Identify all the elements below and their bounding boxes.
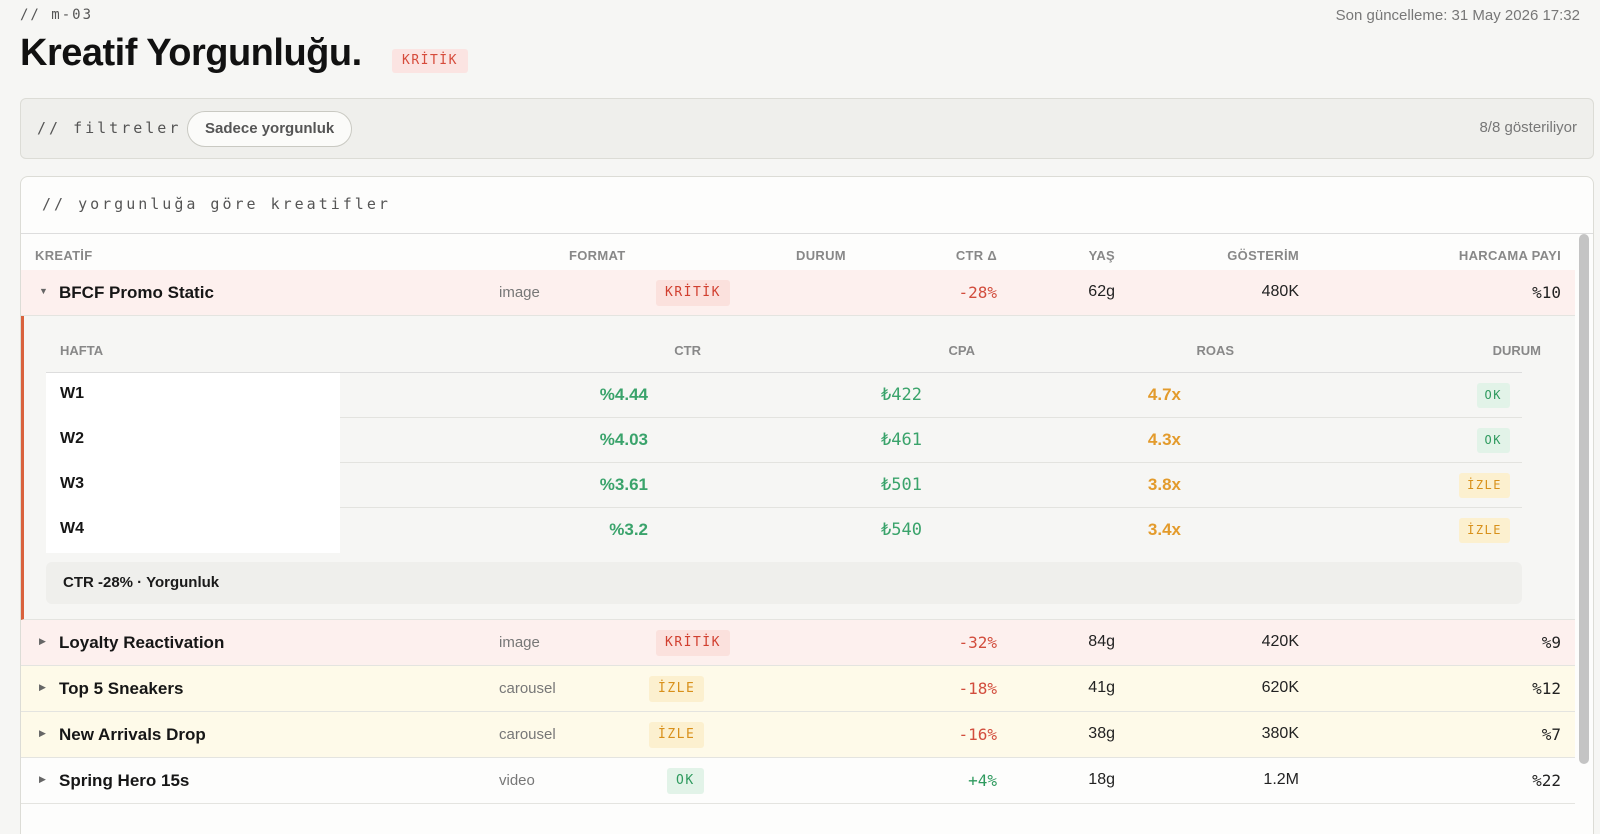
week-label: W3 [60,475,84,492]
impressions: 1.2M [1263,771,1299,788]
detail-header-week: HAFTA [60,343,104,358]
week-row: W4 %3.2 ₺540 3.4x İZLE [46,508,1522,553]
column-header-age[interactable]: YAŞ [1089,248,1115,263]
status-badge: İZLE [649,722,705,748]
table-row[interactable]: ▶ New Arrivals Drop carousel İZLE -16% 3… [21,712,1575,758]
collapse-caret-icon[interactable]: ▼ [39,286,48,296]
creative-format: carousel [499,680,556,697]
ctr-delta: -16% [958,725,997,744]
creative-name: New Arrivals Drop [59,725,206,744]
week-cpa: ₺540 [881,520,922,540]
week-roas: 4.3x [1147,430,1181,449]
filter-label: // filtreler [37,119,182,137]
expand-caret-icon[interactable]: ▶ [39,682,46,693]
column-header-ctr-delta[interactable]: CTR Δ [956,248,997,263]
spend-share: %22 [1532,771,1561,790]
creative-format: carousel [499,726,556,743]
week-label: W1 [60,385,84,402]
result-count: 8/8 gösteriliyor [1479,119,1577,136]
card-title: // yorgunluğa göre kreatifler [42,195,391,213]
week-ctr: %3.61 [599,475,648,494]
creative-name: BFCF Promo Static [59,283,214,302]
creative-name: Spring Hero 15s [59,771,190,790]
weekly-detail-panel: HAFTA CTR CPA ROAS DURUM W1 %4.44 ₺422 4… [21,316,1575,620]
table-row[interactable]: ▶ Spring Hero 15s video OK +4% 18g 1.2M … [21,758,1575,804]
expand-caret-icon[interactable]: ▶ [39,774,46,785]
column-header-creative[interactable]: KREATİF [35,248,92,263]
impressions: 620K [1261,679,1299,696]
spend-share: %10 [1532,283,1561,302]
week-roas: 3.8x [1147,475,1181,494]
week-ctr: %4.03 [599,430,648,449]
scrollbar-thumb[interactable] [1579,234,1589,764]
week-label: W4 [60,520,84,537]
expand-caret-icon[interactable]: ▶ [39,728,46,739]
expand-caret-icon[interactable]: ▶ [39,636,46,647]
week-cpa: ₺422 [881,385,922,405]
week-ctr: %3.2 [609,520,648,539]
fatigue-note: CTR -28% · Yorgunluk [46,562,1522,604]
detail-header-roas: ROAS [1196,343,1234,358]
creative-age: 62g [1088,283,1115,300]
status-badge: KRİTİK [656,280,730,306]
spend-share: %9 [1541,633,1561,652]
week-status-badge: İZLE [1459,473,1510,498]
impressions: 380K [1261,725,1299,742]
creative-age: 38g [1088,725,1115,742]
table-row[interactable]: ▼ BFCF Promo Static image KRİTİK -28% 62… [21,270,1575,316]
column-header-impressions[interactable]: GÖSTERİM [1227,248,1299,263]
creative-format: image [499,284,540,301]
detail-header-ctr: CTR [674,343,701,358]
week-cpa: ₺461 [881,430,922,450]
table-row[interactable]: ▶ Loyalty Reactivation image KRİTİK -32%… [21,620,1575,666]
ctr-delta: -18% [958,679,997,698]
creative-format: video [499,772,535,789]
impressions: 480K [1261,283,1299,300]
week-cpa: ₺501 [881,475,922,495]
filter-bar: // filtreler Sadece yorgunluk 8/8 göster… [20,98,1594,159]
creative-age: 41g [1088,679,1115,696]
fatigue-only-filter-chip[interactable]: Sadece yorgunluk [187,111,353,147]
week-ctr: %4.44 [599,385,648,404]
creative-name: Loyalty Reactivation [59,633,225,652]
column-header-format[interactable]: FORMAT [569,248,625,263]
table-scrollbar[interactable] [1579,234,1589,764]
impressions: 420K [1261,633,1299,650]
week-roas: 4.7x [1147,385,1181,404]
column-header-status[interactable]: DURUM [796,248,846,263]
creatives-card: // yorgunluğa göre kreatifler KREATİF FO… [20,176,1594,834]
detail-header-cpa: CPA [948,343,975,358]
page-eyebrow: // m-03 [20,7,94,23]
status-badge: KRİTİK [656,630,730,656]
creative-name: Top 5 Sneakers [59,679,184,698]
table-row[interactable]: ▶ Top 5 Sneakers carousel İZLE -18% 41g … [21,666,1575,712]
last-updated: Son güncelleme: 31 May 2026 17:32 [1335,7,1580,24]
creative-age: 18g [1088,771,1115,788]
status-badge: KRİTİK [392,49,468,73]
week-row: W2 %4.03 ₺461 4.3x OK [46,418,1522,463]
week-roas: 3.4x [1147,520,1181,539]
ctr-delta: -32% [958,633,997,652]
week-status-badge: İZLE [1459,518,1510,543]
ctr-delta: -28% [958,283,997,302]
week-row: W3 %3.61 ₺501 3.8x İZLE [46,463,1522,508]
status-badge: OK [667,768,704,794]
column-header-spend-share[interactable]: HARCAMA PAYI [1459,248,1561,263]
status-badge: İZLE [649,676,705,702]
week-status-badge: OK [1476,428,1510,453]
ctr-delta: +4% [968,771,997,790]
week-status-badge: OK [1476,383,1510,408]
creative-format: image [499,634,540,651]
week-label: W2 [60,430,84,447]
spend-share: %12 [1532,679,1561,698]
creative-age: 84g [1088,633,1115,650]
week-row: W1 %4.44 ₺422 4.7x OK [46,373,1522,418]
detail-header-status: DURUM [1492,343,1541,358]
spend-share: %7 [1541,725,1561,744]
page-title: Kreatif Yorgunluğu. [20,32,362,74]
